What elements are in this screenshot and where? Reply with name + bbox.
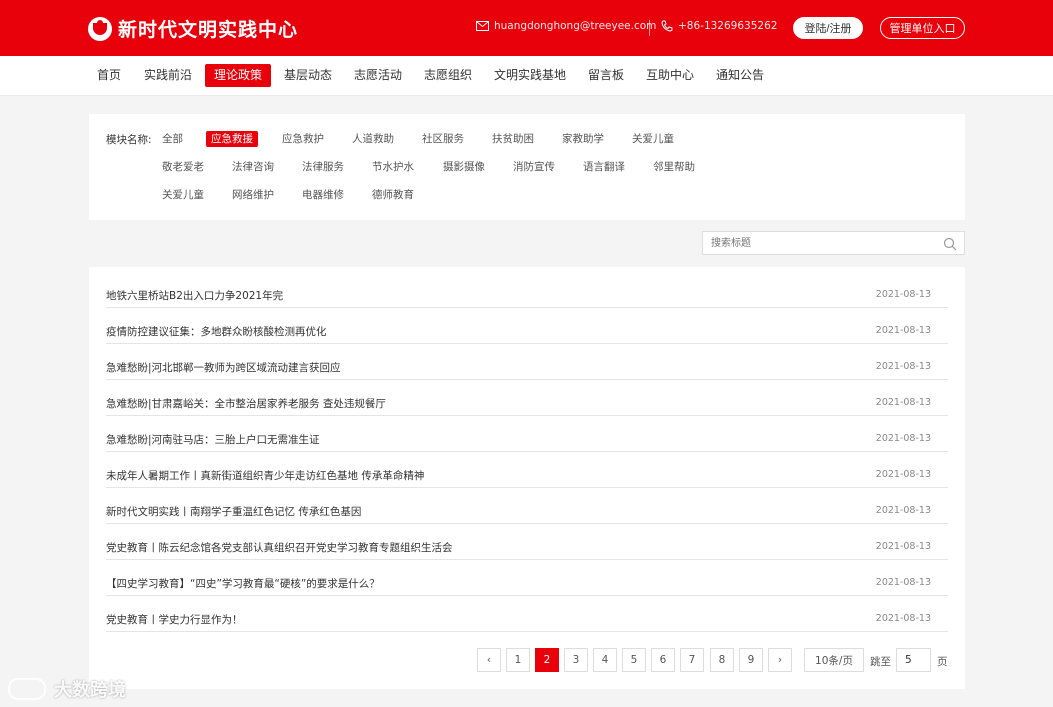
article-date: 2021-08-13 <box>875 541 931 552</box>
nav-item-home[interactable]: 首页 <box>88 64 130 87</box>
article-title[interactable]: 新时代文明实践丨南翔学子重温红色记忆 传承红色基因 <box>106 504 361 519</box>
watermark-text: 大数跨境 <box>54 680 126 701</box>
phone-contact: +86-13269635262 <box>661 20 777 32</box>
admin-entry-button[interactable]: 管理单位入口 <box>880 17 965 39</box>
filter-label: 模块名称: <box>106 134 152 146</box>
article-title[interactable]: 党史教育丨陈云纪念馆各党支部认真组织召开党史学习教育专题组织生活会 <box>106 540 453 555</box>
filter-tag[interactable]: 网络维护 <box>227 187 279 203</box>
filter-tag[interactable]: 应急救护 <box>277 131 329 147</box>
nav-item-grassroots[interactable]: 基层动态 <box>275 64 341 87</box>
article-title[interactable]: 未成年人暑期工作丨真新街道组织青少年走访红色基地 传承革命精神 <box>106 468 424 483</box>
filter-tag[interactable]: 家教助学 <box>557 131 609 147</box>
next-page-button[interactable]: › <box>768 648 792 672</box>
filter-tag[interactable]: 社区服务 <box>417 131 469 147</box>
page-button[interactable]: 4 <box>593 648 617 672</box>
jump-page-input[interactable] <box>896 648 931 672</box>
filter-tag[interactable]: 邻里帮助 <box>648 159 700 175</box>
article-date: 2021-08-13 <box>875 361 931 372</box>
filter-tag[interactable]: 关爱儿童 <box>157 187 209 203</box>
article-date: 2021-08-13 <box>875 433 931 444</box>
list-item[interactable]: 【四史学习教育】“四史”学习教育最“硬核”的要求是什么？ 2021-08-13 <box>106 560 948 596</box>
list-item[interactable]: 疫情防控建议征集：多地群众盼核酸检测再优化 2021-08-13 <box>106 308 948 344</box>
email-text: huangdonghong@treeyee.com <box>494 20 657 32</box>
search-input[interactable] <box>711 236 931 251</box>
search-box <box>702 231 965 255</box>
nav-item-volunteer-org[interactable]: 志愿组织 <box>415 64 481 87</box>
filter-tag[interactable]: 敬老爱老 <box>157 159 209 175</box>
nav-item-volunteer-activity[interactable]: 志愿活动 <box>345 64 411 87</box>
article-title[interactable]: 疫情防控建议征集：多地群众盼核酸检测再优化 <box>106 324 327 339</box>
article-date: 2021-08-13 <box>875 469 931 480</box>
article-date: 2021-08-13 <box>875 505 931 516</box>
page-size-select[interactable]: 10条/页 <box>804 648 864 672</box>
nav-item-practice-base[interactable]: 文明实践基地 <box>485 64 575 87</box>
page-button[interactable]: 8 <box>710 648 734 672</box>
filter-tag[interactable]: 扶贫助困 <box>487 131 539 147</box>
filter-tag[interactable]: 消防宣传 <box>508 159 560 175</box>
page-button[interactable]: 6 <box>651 648 675 672</box>
watermark-logo-icon <box>8 678 46 700</box>
article-date: 2021-08-13 <box>875 325 931 336</box>
article-title[interactable]: 急难愁盼|河北邯郸一教师为跨区域流动建言获回应 <box>106 360 341 375</box>
mail-icon <box>476 21 489 31</box>
filter-tag[interactable]: 关爱儿童 <box>627 131 679 147</box>
phone-icon <box>661 20 673 32</box>
jump-label: 跳至 <box>870 656 891 668</box>
filter-tag[interactable]: 节水护水 <box>367 159 419 175</box>
filter-tag[interactable]: 语言翻译 <box>578 159 630 175</box>
nav-item-theory-policy[interactable]: 理论政策 <box>205 64 272 87</box>
logo-text: 新时代文明实践中心 <box>118 19 299 41</box>
filter-tag[interactable]: 德师教育 <box>367 187 419 203</box>
list-item[interactable]: 党史教育丨学史力行显作为！ 2021-08-13 <box>106 596 948 632</box>
page-button[interactable]: 9 <box>739 648 763 672</box>
article-list: 地铁六里桥站B2出入口力争2021年完 2021-08-13 疫情防控建议征集：… <box>89 267 965 689</box>
article-date: 2021-08-13 <box>875 397 931 408</box>
list-item[interactable]: 党史教育丨陈云纪念馆各党支部认真组织召开党史学习教育专题组织生活会 2021-0… <box>106 524 948 560</box>
page-button[interactable]: 5 <box>622 648 646 672</box>
article-title[interactable]: 急难愁盼|甘肃嘉峪关：全市整治居家养老服务 查处违规餐厅 <box>106 396 386 411</box>
article-title[interactable]: 急难愁盼|河南驻马店：三胎上户口无需准生证 <box>106 432 320 447</box>
filter-tag[interactable]: 法律服务 <box>297 159 349 175</box>
list-item[interactable]: 急难愁盼|河南驻马店：三胎上户口无需准生证 2021-08-13 <box>106 416 948 452</box>
header-divider <box>649 20 650 36</box>
nav-item-message-board[interactable]: 留言板 <box>579 64 633 87</box>
email-contact: huangdonghong@treeyee.com <box>476 20 656 32</box>
site-logo[interactable]: 新时代文明实践中心 <box>88 15 298 42</box>
filter-tag[interactable]: 电器维修 <box>297 187 349 203</box>
article-date: 2021-08-13 <box>875 289 931 300</box>
filter-tag[interactable]: 人道救助 <box>347 131 399 147</box>
page-button-current[interactable]: 2 <box>535 648 559 672</box>
list-item[interactable]: 未成年人暑期工作丨真新街道组织青少年走访红色基地 传承革命精神 2021-08-… <box>106 452 948 488</box>
page-button[interactable]: 1 <box>506 648 530 672</box>
prev-page-button[interactable]: ‹ <box>477 648 501 672</box>
nav-item-practice-frontier[interactable]: 实践前沿 <box>135 64 201 87</box>
login-register-button[interactable]: 登陆/注册 <box>793 17 863 39</box>
module-filter-panel: 模块名称: 全部 应急救援 应急救护 人道救助 社区服务 扶贫助困 家教助学 关… <box>89 114 965 220</box>
article-title[interactable]: 【四史学习教育】“四史”学习教育最“硬核”的要求是什么？ <box>106 576 380 591</box>
filter-tag[interactable]: 摄影摄像 <box>438 159 490 175</box>
main-nav: 首页 实践前沿 理论政策 基层动态 志愿活动 志愿组织 文明实践基地 留言板 互… <box>0 56 1053 96</box>
nav-item-notices[interactable]: 通知公告 <box>707 64 773 87</box>
list-item[interactable]: 地铁六里桥站B2出入口力争2021年完 2021-08-13 <box>106 272 948 308</box>
search-icon[interactable] <box>943 237 957 251</box>
filter-tag[interactable]: 法律咨询 <box>227 159 279 175</box>
list-item[interactable]: 新时代文明实践丨南翔学子重温红色记忆 传承红色基因 2021-08-13 <box>106 488 948 524</box>
page-button[interactable]: 7 <box>680 648 704 672</box>
logo-icon <box>88 16 112 41</box>
article-date: 2021-08-13 <box>875 613 931 624</box>
nav-item-mutual-aid[interactable]: 互助中心 <box>637 64 703 87</box>
list-item[interactable]: 急难愁盼|河北邯郸一教师为跨区域流动建言获回应 2021-08-13 <box>106 344 948 380</box>
jump-unit: 页 <box>937 656 948 668</box>
filter-tag[interactable]: 全部 <box>157 131 188 147</box>
phone-text: +86-13269635262 <box>678 20 778 32</box>
watermark: 大数跨境 <box>8 676 126 702</box>
list-item[interactable]: 急难愁盼|甘肃嘉峪关：全市整治居家养老服务 查处违规餐厅 2021-08-13 <box>106 380 948 416</box>
page-button[interactable]: 3 <box>564 648 588 672</box>
filter-tag-active[interactable]: 应急救援 <box>206 131 258 147</box>
article-title[interactable]: 党史教育丨学史力行显作为！ <box>106 612 243 627</box>
top-header: 新时代文明实践中心 huangdonghong@treeyee.com +86-… <box>0 0 1053 56</box>
article-date: 2021-08-13 <box>875 577 931 588</box>
article-title[interactable]: 地铁六里桥站B2出入口力争2021年完 <box>106 288 283 303</box>
